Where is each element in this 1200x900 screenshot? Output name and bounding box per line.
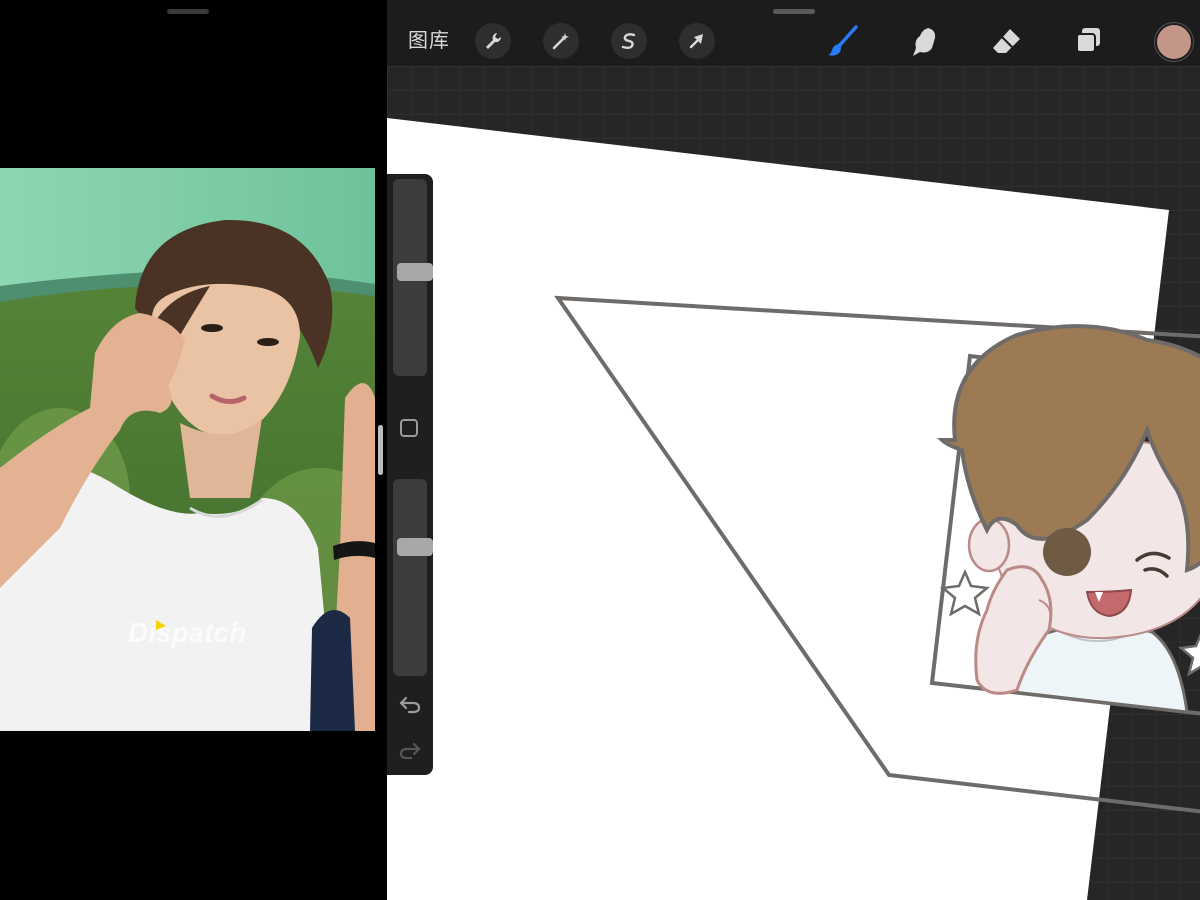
opacity-slider-thumb[interactable]: [397, 538, 433, 556]
reference-photo: Dispatch: [0, 168, 375, 731]
transform-button[interactable]: [679, 23, 715, 59]
layers-button[interactable]: [1069, 21, 1109, 61]
selection-s-icon: [621, 33, 636, 49]
wrench-icon: [486, 33, 502, 49]
opacity-slider[interactable]: [393, 479, 433, 676]
watermark-text: Dispatch: [128, 617, 246, 648]
gallery-button[interactable]: 图库: [408, 27, 450, 55]
drawing-app: 图库: [387, 0, 1200, 900]
split-view-divider[interactable]: [378, 425, 383, 475]
actions-button[interactable]: [475, 23, 511, 59]
dispatch-watermark: Dispatch: [128, 617, 246, 648]
transform-arrow-icon: [689, 34, 703, 49]
canvas-area[interactable]: [387, 66, 1200, 900]
brush-size-slider[interactable]: [393, 179, 433, 376]
brush-tool-button[interactable]: [823, 21, 863, 61]
multitask-grabber[interactable]: [773, 9, 815, 14]
star-doodle: [1178, 633, 1200, 677]
brush-size-slider-thumb[interactable]: [397, 263, 433, 281]
magic-wand-icon: [552, 33, 569, 50]
eraser-tool-button[interactable]: [987, 21, 1027, 61]
color-swatch[interactable]: [1155, 23, 1193, 61]
side-toolbar: [387, 174, 433, 775]
split-view-grabber[interactable]: [167, 9, 209, 14]
brush-icon: [828, 25, 858, 56]
reference-pane: Dispatch: [0, 0, 387, 900]
layers-icon: [1076, 28, 1100, 53]
smudge-tool-button[interactable]: [905, 21, 945, 61]
selection-button[interactable]: [611, 23, 647, 59]
undo-icon[interactable]: [397, 694, 423, 716]
smudge-icon: [913, 28, 936, 56]
chibi-eye: [1043, 528, 1091, 576]
redo-icon[interactable]: [397, 740, 423, 762]
drawing-canvas[interactable]: [387, 66, 1200, 900]
top-toolbar: 图库: [387, 0, 1200, 66]
modify-square-icon[interactable]: [400, 419, 418, 437]
eraser-icon: [993, 29, 1020, 53]
adjustments-button[interactable]: [543, 23, 579, 59]
